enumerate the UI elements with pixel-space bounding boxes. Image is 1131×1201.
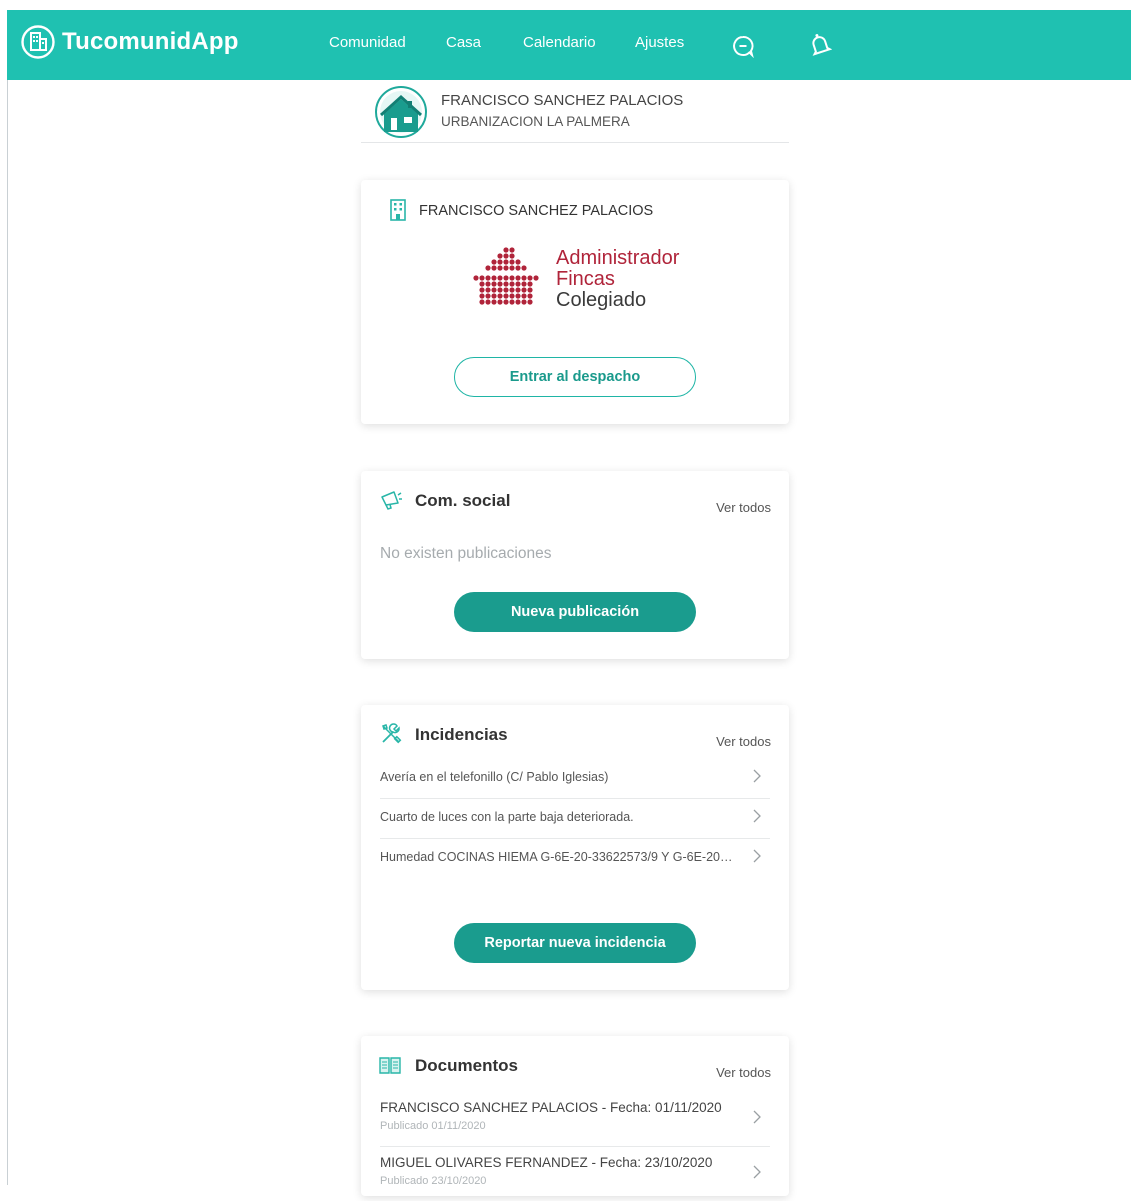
nav-ajustes[interactable]: Ajustes <box>635 34 684 51</box>
administrator-card: FRANCISCO SANCHEZ PALACIOS Administrador… <box>361 180 789 424</box>
incident-title: Avería en el telefonillo (C/ Pablo Igles… <box>380 770 609 784</box>
social-ver-todos-link[interactable]: Ver todos <box>716 500 771 515</box>
report-incident-button[interactable]: Reportar nueva incidencia <box>454 923 696 963</box>
document-row[interactable]: MIGUEL OLIVARES FERNANDEZ - Fecha: 23/10… <box>380 1155 770 1201</box>
chevron-right-icon <box>753 769 761 783</box>
nav-calendario[interactable]: Calendario <box>523 34 596 51</box>
social-empty-message: No existen publicaciones <box>380 545 552 562</box>
incidents-card: Incidencias Ver todos Avería en el telef… <box>361 705 789 990</box>
brand-name: TucomunidApp <box>62 28 239 55</box>
document-published-date: Publicado 23/10/2020 <box>380 1175 487 1187</box>
incident-title: Humedad COCINAS HIEMA G-6E-20-33622573/9… <box>380 850 735 864</box>
building-logo-icon <box>21 25 55 59</box>
social-card: Com. social Ver todos No existen publica… <box>361 471 789 659</box>
document-row[interactable]: FRANCISCO SANCHEZ PALACIOS - Fecha: 01/1… <box>380 1100 770 1147</box>
incident-row[interactable]: Cuarto de luces con la parte baja deteri… <box>380 798 770 839</box>
megaphone-icon <box>381 491 402 510</box>
chat-bubble-icon[interactable] <box>731 34 755 58</box>
colegiado-logo: Administrador Fincas Colegiado <box>468 244 708 314</box>
chevron-right-icon <box>753 849 761 863</box>
tools-icon <box>382 723 402 744</box>
brand[interactable]: TucomunidApp <box>20 24 239 60</box>
logo-line-colegiado: Colegiado <box>556 289 647 311</box>
documents-title: Documentos <box>415 1056 518 1075</box>
incident-row[interactable]: Avería en el telefonillo (C/ Pablo Igles… <box>380 758 770 799</box>
new-post-button[interactable]: Nueva publicación <box>454 592 696 632</box>
documents-ver-todos-link[interactable]: Ver todos <box>716 1065 771 1080</box>
chevron-right-icon <box>753 1110 761 1124</box>
building-icon <box>390 199 406 221</box>
document-title: FRANCISCO SANCHEZ PALACIOS - Fecha: 01/1… <box>380 1100 722 1115</box>
incident-title: Cuarto de luces con la parte baja deteri… <box>380 810 634 824</box>
community-header: FRANCISCO SANCHEZ PALACIOS URBANIZACION … <box>361 84 789 143</box>
incident-row[interactable]: Humedad COCINAS HIEMA G-6E-20-33622573/9… <box>380 838 770 878</box>
enter-office-button[interactable]: Entrar al despacho <box>454 357 696 397</box>
dotted-house-logo-icon <box>473 247 539 305</box>
top-navbar: TucomunidApp Comunidad Casa Calendario A… <box>7 10 1131 80</box>
documents-card: Documentos Ver todos FRANCISCO SANCHEZ P… <box>361 1036 789 1196</box>
document-title: MIGUEL OLIVARES FERNANDEZ - Fecha: 23/10… <box>380 1155 713 1170</box>
house-avatar-icon <box>375 86 427 138</box>
open-book-icon <box>379 1057 401 1074</box>
chevron-right-icon <box>753 809 761 823</box>
nav-comunidad[interactable]: Comunidad <box>329 34 406 51</box>
logo-line-administrador: Administrador <box>556 247 680 269</box>
nav-casa[interactable]: Casa <box>446 34 481 51</box>
social-title: Com. social <box>415 491 511 510</box>
incidents-title: Incidencias <box>415 725 508 744</box>
user-name: FRANCISCO SANCHEZ PALACIOS <box>441 92 684 109</box>
chevron-right-icon <box>753 1165 761 1179</box>
document-published-date: Publicado 01/11/2020 <box>380 1120 486 1132</box>
logo-line-fincas: Fincas <box>556 268 615 290</box>
bell-icon[interactable] <box>808 32 832 58</box>
administrator-name: FRANCISCO SANCHEZ PALACIOS <box>419 203 654 219</box>
community-name: URBANIZACION LA PALMERA <box>441 114 630 129</box>
incidents-ver-todos-link[interactable]: Ver todos <box>716 734 771 749</box>
